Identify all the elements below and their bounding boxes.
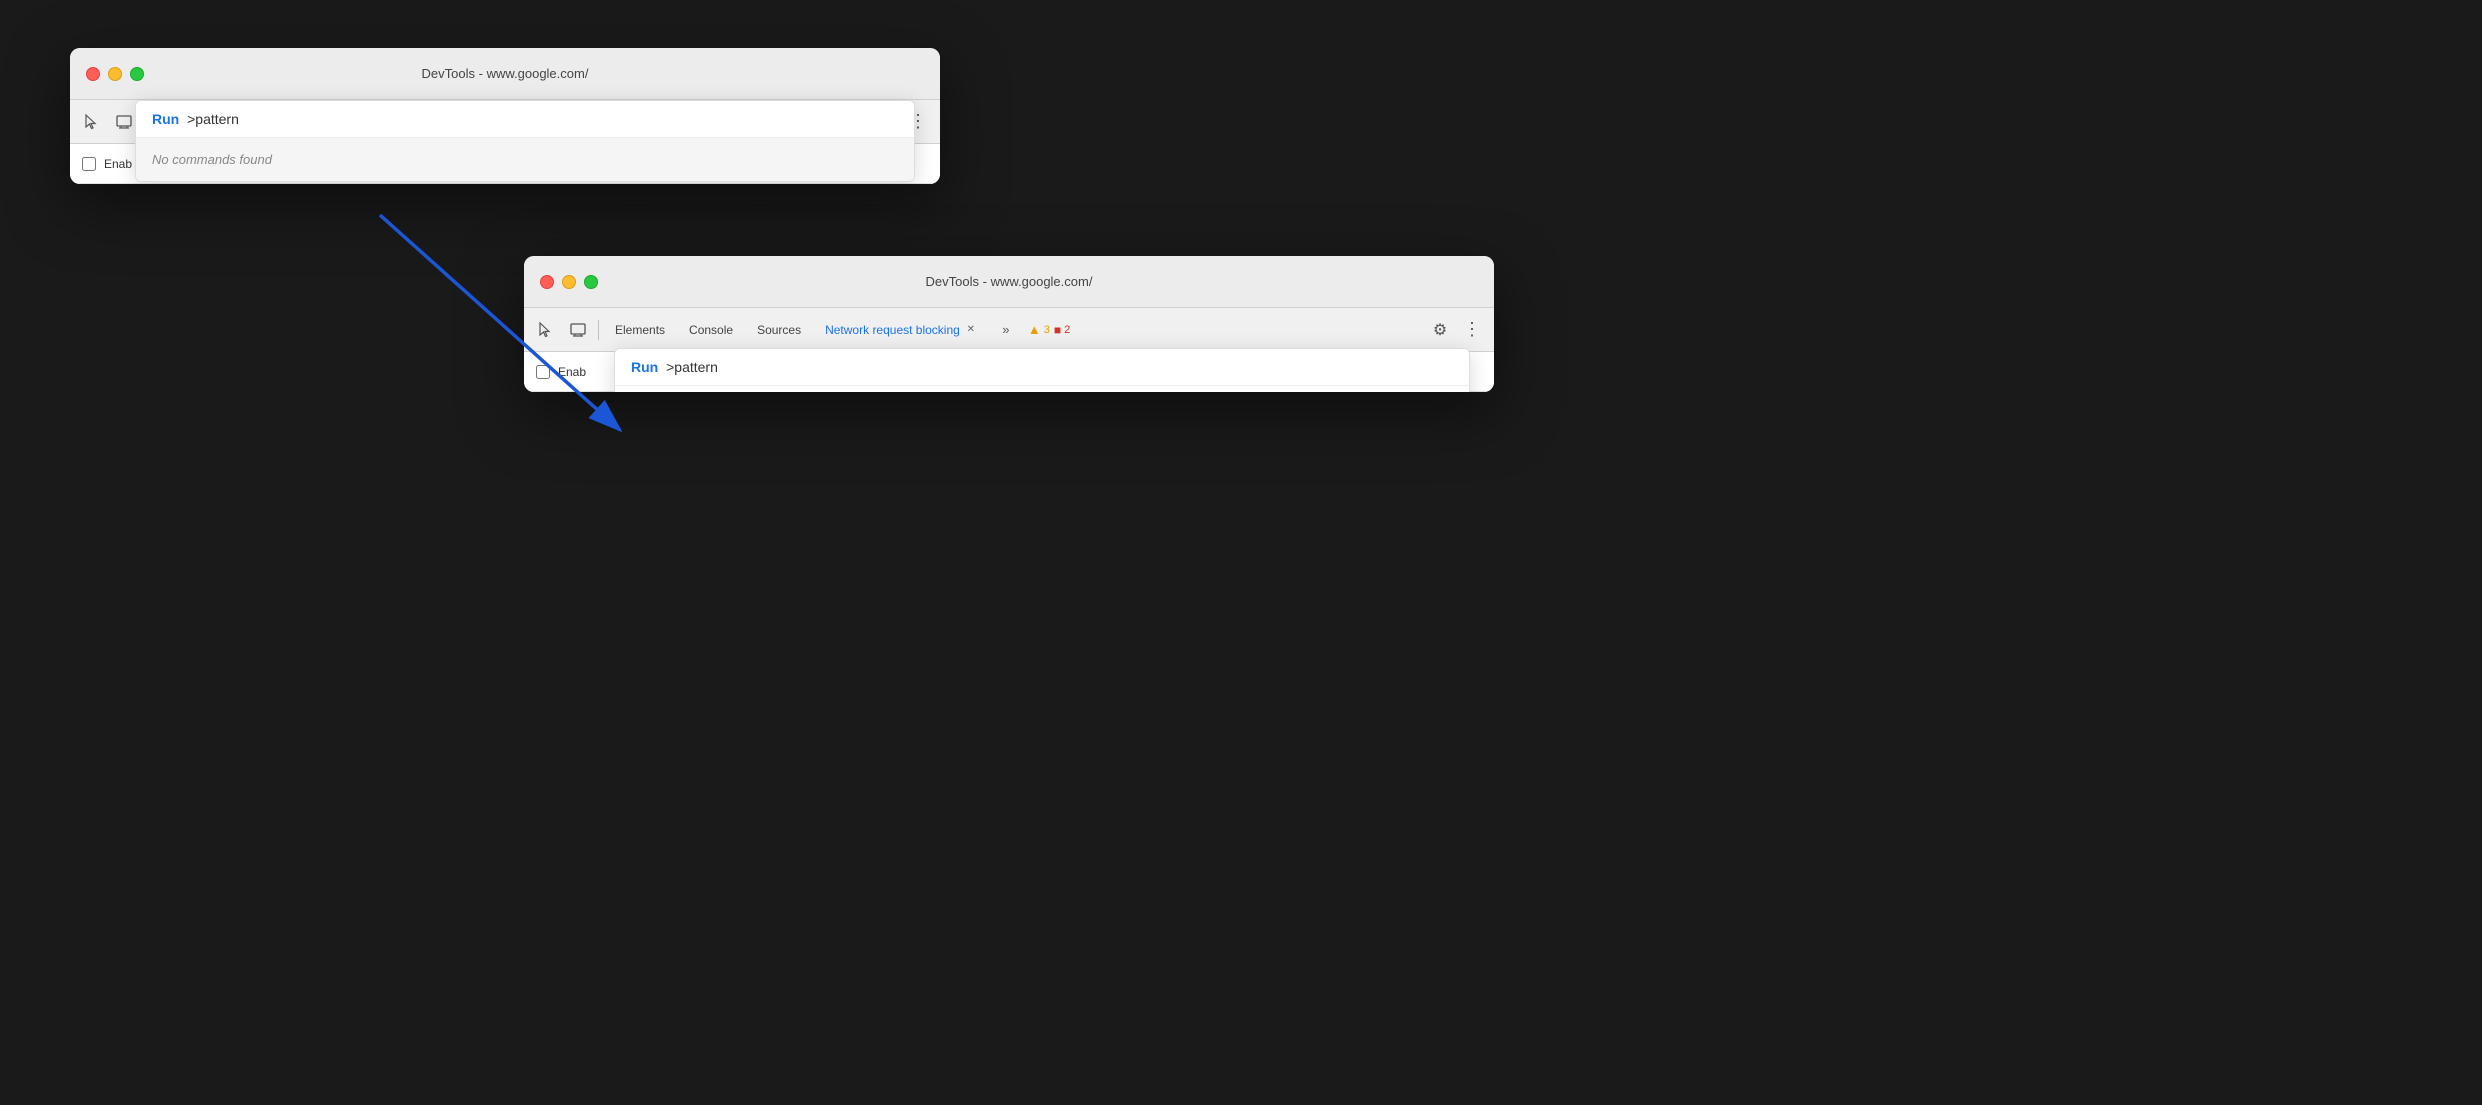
titlebar-1: DevTools - www.google.com/ [70,48,940,100]
cmd-header-1: Run >pattern [136,101,914,138]
command-palette-1: Run >pattern No commands found [135,100,915,182]
tab-close-2[interactable]: ✕ [964,323,978,337]
close-button-1[interactable] [86,67,100,81]
device-icon-svg-2 [569,321,587,339]
traffic-lights-1 [86,67,144,81]
devtools-window-2: DevTools - www.google.com/ Elements Cons… [524,256,1494,392]
tab-sources-2[interactable]: Sources [747,319,811,341]
cursor-select-icon[interactable] [78,108,106,136]
settings-gear-icon-2[interactable]: ⚙ [1426,316,1454,344]
device-toolbar-icon[interactable] [110,108,138,136]
error-count: 2 [1064,324,1070,336]
enable-checkbox-1[interactable] [82,157,96,171]
window-title-2: DevTools - www.google.com/ [926,274,1093,289]
cmd-header-2: Run >pattern [615,349,1469,386]
device-icon-svg [115,113,133,131]
cmd-query-1: >pattern [187,111,239,127]
maximize-button-2[interactable] [584,275,598,289]
warn-count: 3 [1044,324,1050,336]
enable-label-2: Enab [558,365,586,379]
window-title-1: DevTools - www.google.com/ [422,66,589,81]
enable-checkbox-2[interactable] [536,365,550,379]
tab-network-request-blocking-2[interactable]: Network request blocking ✕ [815,319,988,341]
cursor-select-icon-2[interactable] [532,316,560,344]
cursor-icon-svg-2 [537,321,555,339]
more-tabs-icon-2[interactable]: » [992,316,1020,344]
tab-console-2[interactable]: Console [679,319,743,341]
devtools-window-1: DevTools - www.google.com/ Elements Cons… [70,48,940,184]
enable-label-1: Enab [104,157,132,171]
badge-group-2: ▲ 3 ■ 2 [1028,322,1070,337]
minimize-button-1[interactable] [108,67,122,81]
cmd-no-results-1: No commands found [136,138,914,181]
tab-elements-2[interactable]: Elements [605,319,675,341]
cmd-run-label-1: Run [152,111,179,127]
cursor-icon-svg [83,113,101,131]
cmd-result-add-pattern[interactable]: Add network request blocking pattern Net… [615,386,1469,392]
titlebar-2: DevTools - www.google.com/ [524,256,1494,308]
maximize-button-1[interactable] [130,67,144,81]
command-palette-2: Run >pattern Add network request blockin… [614,348,1470,392]
warn-badge: ▲ 3 [1028,322,1050,337]
close-button-2[interactable] [540,275,554,289]
warn-icon: ▲ [1028,322,1041,337]
traffic-lights-2 [540,275,598,289]
cmd-run-label-2: Run [631,359,658,375]
toolbar-2: Elements Console Sources Network request… [524,308,1494,352]
separator-2 [598,320,599,340]
minimize-button-2[interactable] [562,275,576,289]
cmd-query-2: >pattern [666,359,718,375]
more-options-icon-2[interactable]: ⋮ [1458,316,1486,344]
error-icon: ■ [1054,323,1061,337]
error-badge: ■ 2 [1054,323,1070,337]
device-toolbar-icon-2[interactable] [564,316,592,344]
